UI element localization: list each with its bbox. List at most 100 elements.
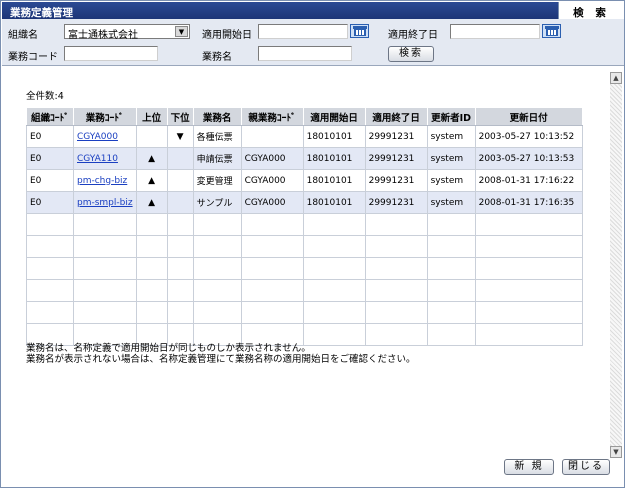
col-end-date: 適用終了日 xyxy=(364,107,428,126)
cell-end: 29991231 xyxy=(364,169,428,192)
col-start-date: 適用開始日 xyxy=(302,107,366,126)
empty-cell xyxy=(426,301,476,324)
cell-parent: CGYA000 xyxy=(240,147,304,170)
empty-cell xyxy=(192,213,242,236)
title-bar: 業務定義管理 検 索 xyxy=(2,2,624,19)
cell-upper[interactable] xyxy=(135,125,168,148)
empty-table-row xyxy=(26,235,583,258)
cell-user: system xyxy=(426,147,476,170)
cell-code: CGYA000 xyxy=(73,125,137,148)
cell-lower[interactable] xyxy=(166,191,194,214)
empty-cell xyxy=(302,257,366,280)
col-biz-code: 業務ｺｰﾄﾞ xyxy=(73,107,137,126)
empty-cell xyxy=(302,279,366,302)
empty-table-row xyxy=(26,257,583,280)
biz-code-link[interactable]: CGYA000 xyxy=(77,132,118,142)
org-select-value: 富士通株式会社 xyxy=(68,30,138,41)
note-line: 業務名は、名称定義で適用開始日が同じものしか表示されません。 xyxy=(26,343,311,354)
empty-table-row xyxy=(26,301,583,324)
cell-updated: 2008-01-31 17:16:22 xyxy=(474,169,583,192)
cell-end: 29991231 xyxy=(364,147,428,170)
cell-end: 29991231 xyxy=(364,125,428,148)
close-button[interactable]: 閉じる xyxy=(562,459,610,475)
cell-org: E0 xyxy=(26,169,74,192)
calendar-icon[interactable] xyxy=(542,24,561,38)
org-label: 組織名 xyxy=(8,30,38,41)
biz-code-link[interactable]: CGYA110 xyxy=(77,154,118,164)
empty-cell xyxy=(26,279,74,302)
empty-cell xyxy=(26,235,74,258)
table-row[interactable]: E0 CGYA000 ▼ 各種伝票 18010101 29991231 syst… xyxy=(26,125,583,148)
table-row[interactable]: E0 pm-smpl-biz ▲ サンプル CGYA000 18010101 2… xyxy=(26,191,583,214)
code-input[interactable] xyxy=(64,46,158,61)
name-input[interactable] xyxy=(258,46,352,61)
end-date-input[interactable] xyxy=(450,24,540,39)
empty-cell xyxy=(364,301,428,324)
empty-cell xyxy=(26,213,74,236)
col-parent-code: 親業務ｺｰﾄﾞ xyxy=(240,107,304,126)
empty-table-row xyxy=(26,213,583,236)
cell-name: サンプル xyxy=(192,191,242,214)
empty-cell xyxy=(166,213,194,236)
cell-lower[interactable] xyxy=(166,169,194,192)
cell-upper[interactable]: ▲ xyxy=(135,169,168,192)
biz-code-link[interactable]: pm-smpl-biz xyxy=(77,198,133,208)
start-date-input[interactable] xyxy=(258,24,348,39)
table-row[interactable]: E0 pm-chg-biz ▲ 変更管理 CGYA000 18010101 29… xyxy=(26,169,583,192)
col-updated-date: 更新日付 xyxy=(474,107,583,126)
empty-cell xyxy=(426,235,476,258)
empty-cell xyxy=(364,257,428,280)
cell-lower[interactable] xyxy=(166,147,194,170)
cell-org: E0 xyxy=(26,147,74,170)
empty-cell xyxy=(474,235,583,258)
empty-cell xyxy=(192,235,242,258)
cell-upper[interactable]: ▲ xyxy=(135,191,168,214)
new-button[interactable]: 新 規 xyxy=(504,459,554,475)
cell-name: 申請伝票 xyxy=(192,147,242,170)
cell-lower[interactable]: ▼ xyxy=(166,125,194,148)
empty-cell xyxy=(166,301,194,324)
scroll-down-icon[interactable]: ▼ xyxy=(610,446,622,458)
calendar-icon[interactable] xyxy=(350,24,369,38)
empty-cell xyxy=(166,279,194,302)
results-area: 全件数:4 組織ｺｰﾄﾞ 業務ｺｰﾄﾞ 上位 下位 業務名 親業務ｺｰﾄﾞ 適用… xyxy=(2,65,624,462)
cell-updated: 2008-01-31 17:16:35 xyxy=(474,191,583,214)
col-org-code: 組織ｺｰﾄﾞ xyxy=(26,107,74,126)
col-biz-name: 業務名 xyxy=(192,107,242,126)
empty-cell xyxy=(474,323,583,346)
end-date-label: 適用終了日 xyxy=(388,30,438,41)
chevron-down-icon[interactable]: ▼ xyxy=(175,26,188,37)
code-label: 業務コード xyxy=(8,52,58,63)
empty-cell xyxy=(73,257,137,280)
vertical-scrollbar[interactable]: ▲ ▼ xyxy=(610,72,622,458)
cell-name: 各種伝票 xyxy=(192,125,242,148)
cell-org: E0 xyxy=(26,125,74,148)
cell-user: system xyxy=(426,125,476,148)
tab-search[interactable]: 検 索 xyxy=(558,2,624,19)
table-header-row: 組織ｺｰﾄﾞ 業務ｺｰﾄﾞ 上位 下位 業務名 親業務ｺｰﾄﾞ 適用開始日 適用… xyxy=(26,107,583,126)
empty-cell xyxy=(474,213,583,236)
empty-cell xyxy=(166,257,194,280)
biz-code-link[interactable]: pm-chg-biz xyxy=(77,176,127,186)
cell-upper[interactable]: ▲ xyxy=(135,147,168,170)
window-frame: 業務定義管理 検 索 組織名 富士通株式会社 ▼ 適用開始日 適用終了日 業務コ… xyxy=(0,0,625,488)
empty-table-row xyxy=(26,279,583,302)
org-select[interactable]: 富士通株式会社 ▼ xyxy=(64,24,190,41)
note-line: 業務名が表示されない場合は、名称定義管理にて業務名称の適用開始日をご確認ください… xyxy=(26,354,416,365)
table-row[interactable]: E0 CGYA110 ▲ 申請伝票 CGYA000 18010101 29991… xyxy=(26,147,583,170)
start-date-label: 適用開始日 xyxy=(202,30,252,41)
scroll-up-icon[interactable]: ▲ xyxy=(610,72,622,84)
result-count: 全件数:4 xyxy=(26,91,64,102)
empty-cell xyxy=(364,235,428,258)
cell-code: pm-chg-biz xyxy=(73,169,137,192)
empty-cell xyxy=(474,279,583,302)
empty-cell xyxy=(364,279,428,302)
empty-cell xyxy=(426,323,476,346)
search-button[interactable]: 検索 xyxy=(388,46,434,62)
empty-cell xyxy=(426,279,476,302)
empty-cell xyxy=(73,235,137,258)
cell-user: system xyxy=(426,191,476,214)
empty-cell xyxy=(302,213,366,236)
cell-parent: CGYA000 xyxy=(240,169,304,192)
empty-cell xyxy=(135,235,168,258)
